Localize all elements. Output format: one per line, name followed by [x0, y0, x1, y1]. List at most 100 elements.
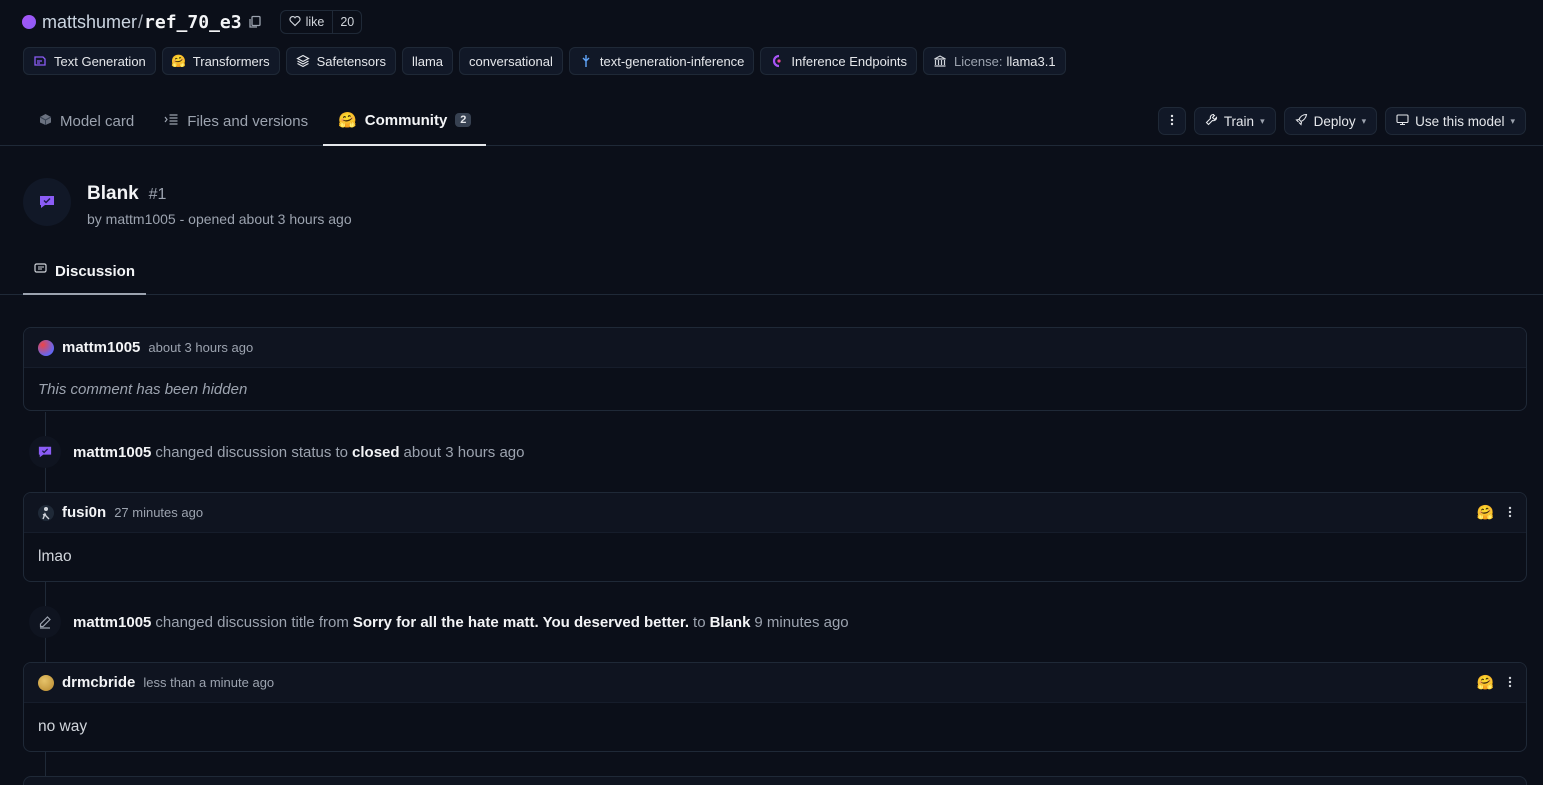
event-time[interactable]: 9 minutes ago [754, 614, 848, 631]
files-icon [164, 113, 179, 130]
text-generation-icon [33, 54, 47, 68]
tab-label: Model card [60, 112, 135, 130]
comment-card: mattm1005 about 3 hours ago This comment… [23, 327, 1527, 411]
tab-community[interactable]: 🤗 Community 2 [323, 96, 487, 146]
avatar[interactable] [38, 504, 54, 521]
event-actor[interactable]: mattm1005 [73, 614, 151, 631]
bank-icon [933, 54, 947, 68]
copy-icon[interactable] [248, 15, 262, 29]
repo-tab-bar: Model card Files and versions 🤗 Communit… [0, 96, 1543, 146]
rocket-icon [1294, 113, 1308, 129]
license-prefix: License: [954, 53, 1003, 69]
discussion-number: #1 [148, 186, 167, 203]
event-new-title: Blank [709, 613, 751, 631]
comment-author[interactable]: fusi0n [62, 504, 106, 521]
hugging-face-icon: 🤗 [338, 112, 357, 129]
cube-icon [39, 113, 52, 130]
tag-llama[interactable]: llama [401, 47, 454, 75]
timeline-event-title: mattm1005 changed discussion title from … [29, 606, 853, 638]
inference-endpoints-icon [770, 54, 784, 68]
tag-label: Inference Endpoints [791, 53, 908, 69]
event-text: changed discussion status to [155, 443, 349, 461]
chevron-down-icon: ▾ [1260, 115, 1265, 126]
tag-conversational[interactable]: conversational [459, 47, 563, 75]
discussion-subtabs: Discussion [0, 250, 1543, 295]
community-count-badge: 2 [455, 113, 472, 127]
comment-card: drmcbride less than a minute ago 🤗 no wa… [23, 662, 1527, 752]
tgi-icon [579, 54, 593, 68]
train-label: Train [1223, 113, 1255, 129]
tag-label: llama [411, 53, 444, 69]
tag-license[interactable]: License: llama3.1 [923, 47, 1066, 75]
event-old-title: Sorry for all the hate matt. You deserve… [352, 613, 690, 631]
event-actor[interactable]: mattm1005 [73, 444, 151, 461]
chevron-down-icon: ▾ [1361, 115, 1367, 126]
comment-time[interactable]: about 3 hours ago [148, 340, 253, 355]
wrench-icon [1205, 113, 1218, 129]
comment-card: fusi0n 27 minutes ago 🤗 lmao [23, 492, 1527, 582]
avatar[interactable] [38, 674, 54, 691]
org-avatar[interactable] [22, 15, 36, 29]
repo-header: mattshumer / ref_70_e3 like 20 [22, 8, 363, 36]
event-text: changed discussion title from [155, 613, 349, 631]
tab-discussion[interactable]: Discussion [23, 250, 146, 295]
monitor-icon [1396, 113, 1409, 129]
tag-text-generation-inference[interactable]: text-generation-inference [568, 47, 755, 75]
tag-label: Text Generation [54, 53, 146, 69]
tag-label: Transformers [192, 53, 270, 69]
event-status: closed [352, 443, 400, 461]
comment-body: This comment has been hidden [38, 380, 248, 398]
hugging-face-icon: 🤗 [171, 54, 187, 68]
tag-safetensors[interactable]: Safetensors [285, 47, 396, 75]
comment-time[interactable]: less than a minute ago [143, 675, 274, 690]
tab-files-and-versions[interactable]: Files and versions [149, 96, 323, 146]
hugging-face-reaction-icon[interactable]: 🤗 [1477, 674, 1494, 691]
deploy-button[interactable]: Deploy ▾ [1283, 107, 1378, 135]
repo-slash: / [138, 11, 144, 32]
tag-label: text-generation-inference [599, 53, 745, 69]
tag-label: conversational [469, 53, 553, 69]
safetensors-icon [295, 54, 310, 68]
tag-list: Text Generation 🤗 Transformers Safetenso… [23, 47, 1066, 75]
discussion-icon [23, 178, 71, 226]
train-button[interactable]: Train ▾ [1193, 107, 1276, 135]
heart-icon [289, 15, 301, 30]
use-this-model-button[interactable]: Use this model ▾ [1385, 107, 1526, 135]
comment-body: no way [38, 718, 88, 735]
discussion-icon [29, 436, 61, 468]
event-time[interactable]: about 3 hours ago [404, 444, 525, 461]
license-value: llama3.1 [1006, 53, 1056, 69]
kebab-menu-icon[interactable] [1508, 675, 1512, 691]
kebab-menu-icon[interactable] [1508, 505, 1512, 521]
discussion-title: Blank [87, 183, 139, 204]
tag-inference-endpoints[interactable]: Inference Endpoints [760, 47, 918, 75]
avatar[interactable] [38, 339, 54, 356]
tab-label: Discussion [54, 263, 136, 280]
new-comment-box[interactable] [23, 776, 1527, 785]
more-options-button[interactable] [1157, 107, 1186, 135]
timeline-event-status: mattm1005 changed discussion status to c… [29, 436, 528, 468]
comment-time[interactable]: 27 minutes ago [114, 505, 203, 520]
repo-owner-link[interactable]: mattshumer [42, 12, 137, 33]
like-label: like [305, 15, 325, 29]
chat-icon [34, 263, 48, 280]
tag-transformers[interactable]: 🤗 Transformers [161, 47, 280, 75]
hugging-face-reaction-icon[interactable]: 🤗 [1477, 504, 1494, 521]
tab-label: Community [364, 111, 448, 129]
deploy-label: Deploy [1313, 113, 1356, 129]
comment-body: lmao [38, 548, 72, 565]
tab-model-card[interactable]: Model card [24, 96, 149, 146]
repo-name-link[interactable]: ref_70_e3 [144, 12, 242, 33]
comment-author[interactable]: drmcbride [62, 674, 135, 691]
discussion-meta: by mattm1005 - opened about 3 hours ago [87, 211, 352, 227]
tag-label: Safetensors [316, 53, 386, 69]
like-count[interactable]: 20 [332, 11, 361, 33]
tag-text-generation[interactable]: Text Generation [23, 47, 156, 75]
comment-author[interactable]: mattm1005 [62, 339, 140, 356]
event-to: to [693, 613, 706, 631]
use-this-model-label: Use this model [1415, 113, 1505, 129]
chevron-down-icon: ▾ [1510, 115, 1515, 126]
like-button[interactable]: like 20 [279, 10, 363, 34]
pencil-icon [29, 606, 61, 638]
tab-label: Files and versions [187, 112, 309, 130]
